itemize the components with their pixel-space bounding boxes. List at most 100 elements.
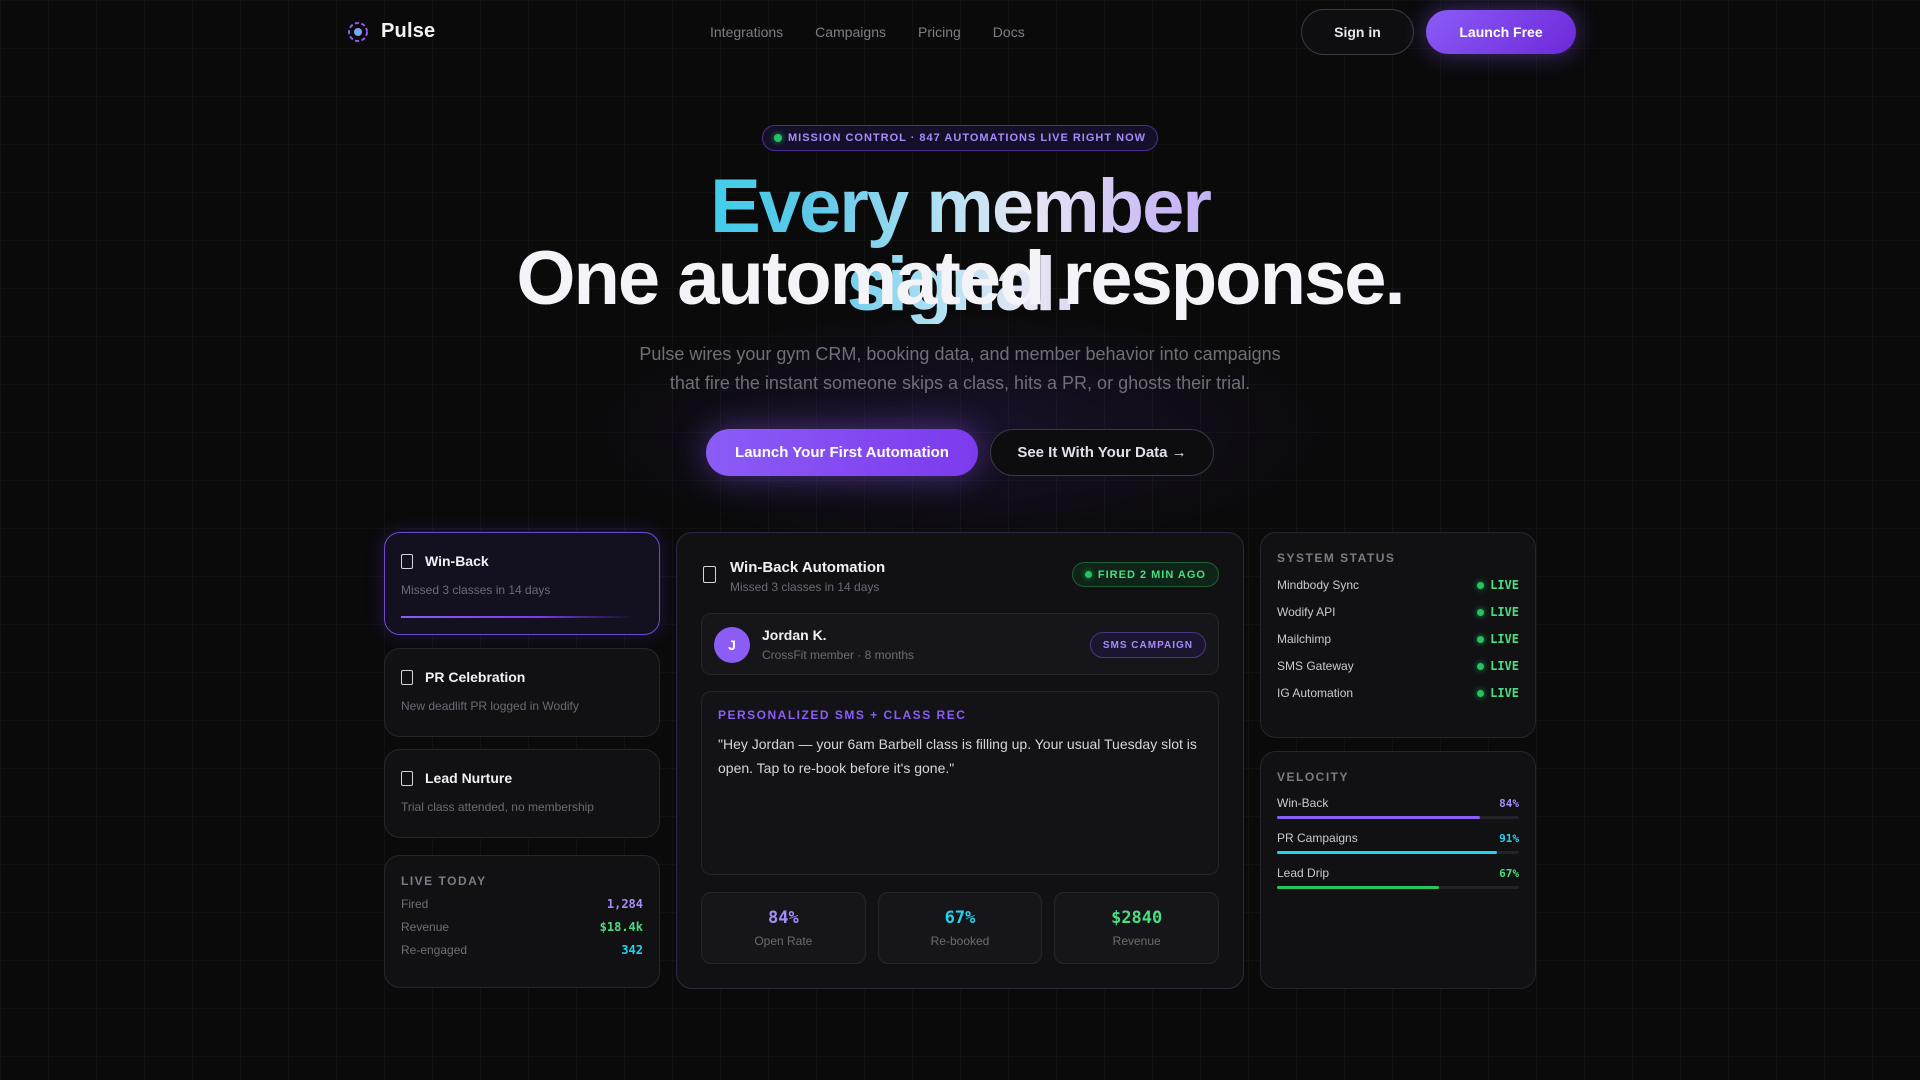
stat-rebooked: 67% Re-booked [877, 892, 1043, 964]
status-row: Wodify API LIVE [1277, 605, 1519, 619]
velocity-item: Win-Back 84% [1277, 796, 1519, 819]
stat-value: 67% [944, 908, 976, 928]
velocity-pct: 84% [1499, 796, 1519, 810]
system-status-label: SYSTEM STATUS [1277, 551, 1396, 565]
velocity-label: VELOCITY [1277, 770, 1350, 784]
status-row: Mailchimp LIVE [1277, 632, 1519, 646]
status-text: LIVE [1490, 686, 1519, 700]
live-badge: LIVE [1477, 659, 1519, 673]
stat-value: 1,284 [606, 897, 643, 911]
automation-stats: 84% Open Rate 67% Re-booked $2840 Revenu… [701, 892, 1220, 964]
trigger-icon [401, 669, 413, 685]
status-row: Mindbody Sync LIVE [1277, 578, 1519, 592]
trigger-title: Lead Nurture [425, 770, 513, 786]
automation-title: Win-Back Automation [730, 559, 886, 576]
live-today-label: LIVE TODAY [401, 874, 487, 888]
stat-label: Fired [401, 897, 429, 911]
brand-name: Pulse [381, 20, 436, 42]
status-dot-icon [1477, 608, 1485, 616]
launch-first-automation-button[interactable]: Launch Your First Automation [706, 429, 978, 476]
live-badge: LIVE [1477, 578, 1519, 592]
member-name: Jordan K. [762, 627, 827, 643]
message-label: PERSONALIZED SMS + CLASS REC [718, 708, 967, 722]
subtitle-line-1: Pulse wires your gym CRM, booking data, … [639, 344, 1281, 364]
status-text: LIVE [1490, 659, 1519, 673]
velocity-track [1277, 816, 1519, 819]
integration-name: SMS Gateway [1277, 659, 1354, 673]
velocity-fill [1277, 886, 1440, 889]
see-with-data-button[interactable]: See It With Your Data → [990, 429, 1214, 476]
system-status-card: SYSTEM STATUS Mindbody Sync LIVE Wodify … [1260, 532, 1536, 738]
status-row: IG Automation LIVE [1277, 686, 1519, 700]
velocity-item: PR Campaigns 91% [1277, 831, 1519, 854]
trigger-card-pr-celebration[interactable]: PR Celebration New deadlift PR logged in… [384, 648, 660, 737]
stat-open-rate: 84% Open Rate [701, 892, 866, 964]
trigger-card-win-back[interactable]: Win-Back Missed 3 classes in 14 days [384, 532, 660, 635]
integration-name: Mindbody Sync [1277, 578, 1360, 592]
mission-control-badge: MISSION CONTROL · 847 AUTOMATIONS LIVE R… [762, 125, 1158, 151]
trigger-desc: New deadlift PR logged in Wodify [401, 699, 579, 713]
status-dot-icon [1477, 581, 1485, 589]
velocity-pct: 91% [1499, 831, 1519, 845]
stat-label: Open Rate [754, 934, 813, 948]
status-text: LIVE [1490, 578, 1519, 592]
stat-label: Re-booked [930, 934, 990, 948]
nav-links: Integrations Campaigns Pricing Docs [710, 24, 1025, 40]
trigger-card-lead-nurture[interactable]: Lead Nurture Trial class attended, no me… [384, 749, 660, 838]
stat-value: $2840 [1111, 908, 1163, 928]
trigger-title: PR Celebration [425, 669, 526, 685]
stat-label: Revenue [401, 920, 450, 934]
status-dot-icon [1084, 571, 1092, 578]
sms-campaign-badge: SMS CAMPAIGN [1089, 632, 1206, 658]
stat-revenue: $2840 Revenue [1054, 892, 1220, 964]
status-dot-icon [1477, 662, 1485, 670]
stat-value: $18.4k [599, 920, 643, 934]
launch-free-button[interactable]: Launch Free [1426, 10, 1576, 54]
message-preview: PERSONALIZED SMS + CLASS REC "Hey Jordan… [701, 691, 1219, 875]
status-dot-icon [1477, 635, 1485, 643]
nav-link-campaigns[interactable]: Campaigns [815, 24, 886, 40]
velocity-fill [1277, 851, 1498, 854]
live-badge: LIVE [1477, 632, 1519, 646]
velocity-fill [1277, 816, 1481, 819]
live-today-card: LIVE TODAY Fired 1,284 Revenue $18.4k Re… [384, 855, 660, 988]
live-badge: LIVE [1477, 686, 1519, 700]
sign-in-button[interactable]: Sign in [1301, 9, 1414, 55]
badge-text: MISSION CONTROL · 847 AUTOMATIONS LIVE R… [787, 132, 1147, 144]
stat-label: Re-engaged [401, 943, 468, 957]
fired-status-badge: FIRED 2 MIN AGO [1071, 562, 1219, 587]
nav-link-docs[interactable]: Docs [993, 24, 1025, 40]
integration-name: Mailchimp [1277, 632, 1332, 646]
avatar: J [714, 627, 750, 663]
velocity-track [1277, 886, 1519, 889]
integration-name: IG Automation [1277, 686, 1354, 700]
trigger-icon [401, 770, 413, 786]
live-badge: LIVE [1477, 605, 1519, 619]
hero-subtitle: Pulse wires your gym CRM, booking data, … [610, 340, 1310, 398]
member-detail: CrossFit member · 8 months [762, 648, 915, 662]
trigger-desc: Missed 3 classes in 14 days [401, 583, 551, 597]
automation-detail-card: Win-Back Automation Missed 3 classes in … [676, 532, 1244, 989]
nav-link-pricing[interactable]: Pricing [918, 24, 961, 40]
member-row[interactable]: J Jordan K. CrossFit member · 8 months S… [701, 613, 1219, 675]
nav-link-integrations[interactable]: Integrations [710, 24, 783, 40]
live-today-row: Fired 1,284 [401, 897, 643, 911]
live-today-row: Re-engaged 342 [401, 943, 643, 957]
headline-line-2: One automated response. [516, 236, 1405, 321]
status-text: LIVE [1490, 632, 1519, 646]
top-nav: Pulse Integrations Campaigns Pricing Doc… [0, 0, 1920, 64]
trigger-desc: Trial class attended, no membership [401, 800, 594, 814]
stat-value: 84% [767, 908, 799, 928]
status-text: LIVE [1490, 605, 1519, 619]
trigger-title: Win-Back [425, 553, 489, 569]
brand-logo[interactable]: Pulse [347, 20, 435, 43]
live-dot-icon [773, 134, 782, 142]
automation-subtitle: Missed 3 classes in 14 days [730, 580, 880, 594]
pulse-logo-icon [348, 21, 368, 42]
fired-status-text: FIRED 2 MIN AGO [1097, 568, 1206, 581]
velocity-name: PR Campaigns [1277, 831, 1358, 845]
velocity-item: Lead Drip 67% [1277, 866, 1519, 889]
integration-name: Wodify API [1277, 605, 1336, 619]
status-dot-icon [1477, 689, 1485, 697]
automation-icon [703, 566, 716, 583]
